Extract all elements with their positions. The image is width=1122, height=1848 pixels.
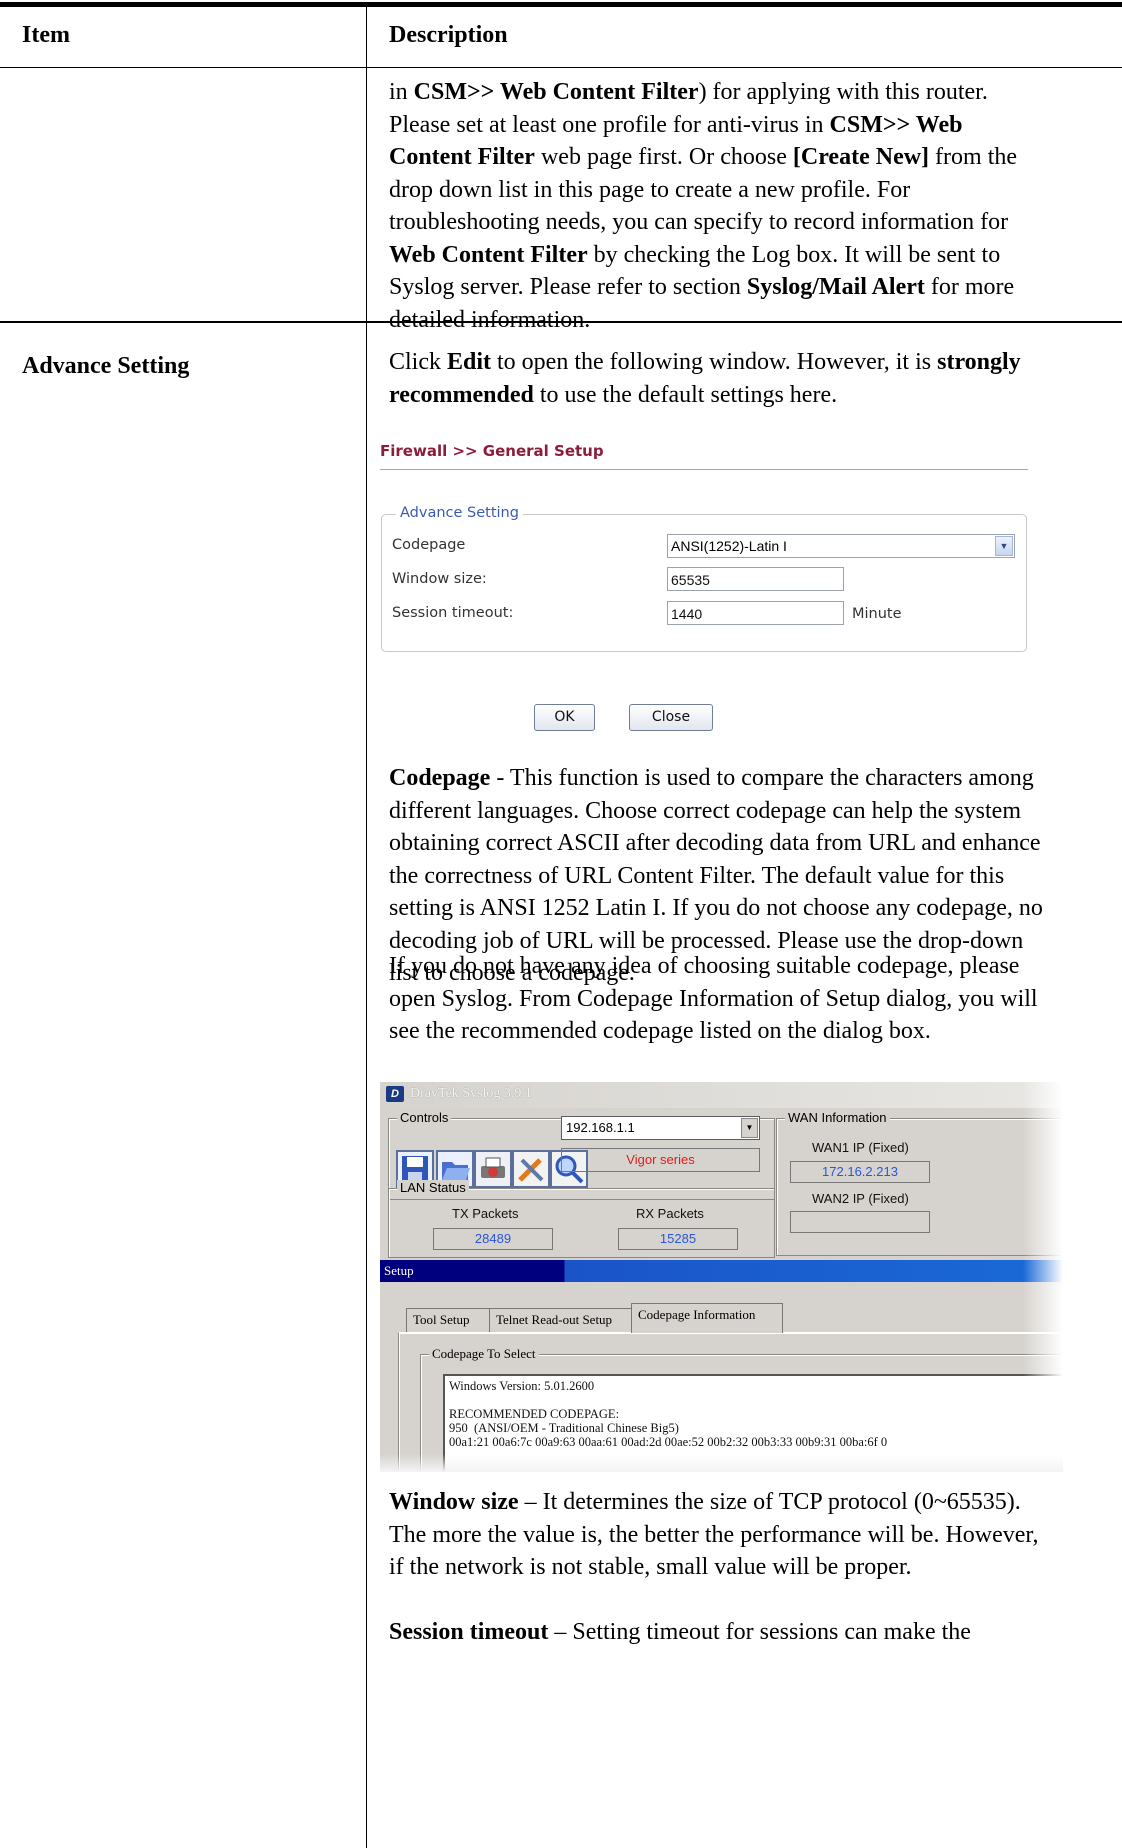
- session-timeout-label: Session timeout:: [392, 605, 514, 621]
- window-size-label: Window size:: [392, 571, 487, 587]
- title-divider: [380, 469, 1028, 470]
- codepage-hint: If you do not have any idea of choosing …: [389, 953, 1038, 1044]
- codepage-to-select-label: Codepage To Select: [429, 1346, 539, 1362]
- tx-packets-value: 28489: [433, 1228, 553, 1250]
- window-fade-right: [1023, 1082, 1063, 1472]
- ok-button[interactable]: OK: [534, 704, 595, 731]
- lan-status-label: LAN Status: [397, 1180, 469, 1195]
- wan1-ip-display: 172.16.2.213: [790, 1161, 930, 1183]
- syslog-window: D DrayTek Syslog 3.9.1 Controls 192.168.…: [380, 1082, 1063, 1472]
- document-table: Item Description in CSM>> Web Content Fi…: [0, 0, 1122, 1848]
- tab-codepage-information[interactable]: Codepage Information: [631, 1303, 783, 1333]
- item-advance-setting: Advance Setting: [22, 353, 190, 379]
- advance-setting-group: Advance Setting Codepage ANSI(1252)-Lati…: [381, 505, 1027, 652]
- wan2-label: WAN2 IP (Fixed): [812, 1191, 909, 1206]
- header-description: Description: [389, 22, 508, 48]
- codepage-label: Codepage: [392, 537, 466, 553]
- advance-setting-intro: Click Edit to open the following window.…: [389, 349, 1021, 408]
- router-series-display: Vigor series: [561, 1148, 760, 1172]
- controls-label: Controls: [397, 1110, 452, 1125]
- firewall-advance-setting-dialog: Firewall >> General Setup Advance Settin…: [380, 442, 1030, 742]
- close-button[interactable]: Close: [629, 704, 713, 731]
- window-size-input[interactable]: 65535: [667, 567, 844, 591]
- dialog-title: Firewall >> General Setup: [380, 442, 604, 460]
- table-top-border: [0, 2, 1122, 7]
- tools-icon[interactable]: [512, 1150, 550, 1188]
- router-ip-value: 192.168.1.1: [566, 1120, 635, 1135]
- rx-packets-value: 15285: [618, 1228, 738, 1250]
- column-divider: [366, 2, 367, 1848]
- tx-packets-label: TX Packets: [452, 1206, 519, 1221]
- session-timeout-description: Session timeout – Setting timeout for se…: [389, 1619, 971, 1645]
- chevron-down-icon[interactable]: ▼: [741, 1118, 758, 1138]
- tab-telnet-readout-setup[interactable]: Telnet Read-out Setup: [489, 1308, 632, 1332]
- wan2-ip-display: [790, 1211, 930, 1233]
- row1-description: in CSM>> Web Content Filter) for applyin…: [389, 79, 1018, 333]
- rx-packets-label: RX Packets: [636, 1206, 704, 1221]
- syslog-titlebar: D DrayTek Syslog 3.9.1: [380, 1082, 1063, 1108]
- print-icon[interactable]: [474, 1150, 512, 1188]
- codepage-select[interactable]: ANSI(1252)-Latin I ▼: [667, 534, 1015, 558]
- wan-information-group: WAN Information: [776, 1110, 1063, 1256]
- header-bottom-border: [0, 67, 1122, 68]
- header-item: Item: [22, 22, 70, 48]
- tab-tool-setup[interactable]: Tool Setup: [406, 1308, 490, 1332]
- window-fade-bottom: [380, 1454, 1063, 1472]
- codepage-selected-value: ANSI(1252)-Latin I: [671, 538, 787, 554]
- session-timeout-unit: Minute: [852, 606, 902, 622]
- wan-information-label: WAN Information: [785, 1110, 890, 1125]
- setup-titlebar: Setup: [380, 1260, 1063, 1282]
- window-size-description: Window size – It determines the size of …: [389, 1489, 1039, 1580]
- syslog-title: DrayTek Syslog 3.9.1: [410, 1086, 532, 1101]
- router-ip-combobox[interactable]: 192.168.1.1 ▼: [561, 1116, 760, 1140]
- group-legend: Advance Setting: [396, 505, 523, 521]
- draytek-logo-icon: D: [386, 1086, 404, 1102]
- wan1-label: WAN1 IP (Fixed): [812, 1140, 909, 1155]
- chevron-down-icon[interactable]: ▼: [995, 536, 1013, 556]
- session-timeout-input[interactable]: 1440: [667, 601, 844, 625]
